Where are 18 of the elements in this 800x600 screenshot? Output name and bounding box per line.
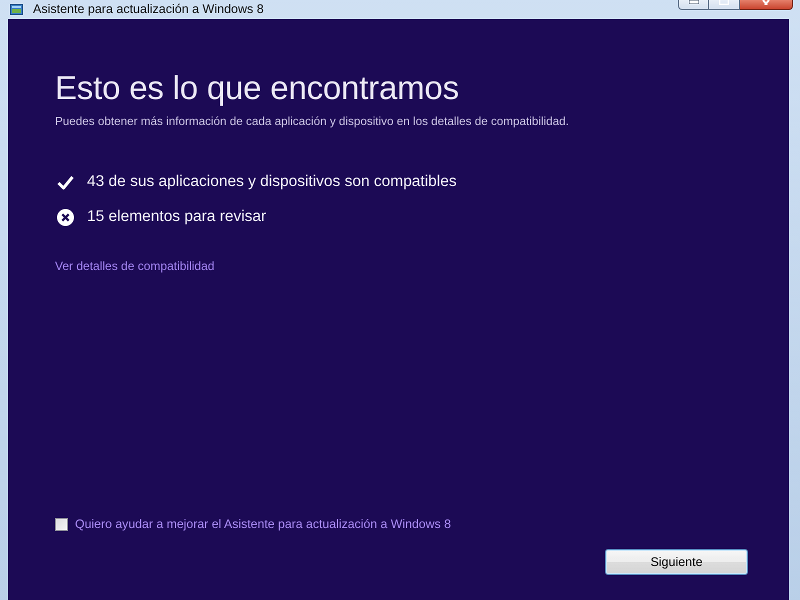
window-app-icon: [10, 4, 23, 15]
minimize-icon: [688, 0, 698, 4]
window-title: Asistente para actualización a Windows 8: [33, 1, 264, 18]
result-text: 43 de sus aplicaciones y dispositivos son compatibles: [87, 172, 457, 192]
minimize-button[interactable]: [678, 0, 708, 10]
close-icon: [761, 0, 771, 5]
close-button[interactable]: [740, 0, 793, 10]
checkbox-label: Quiero ayudar a mejorar el Asistente para actualización a Windows 8: [75, 516, 451, 532]
description-text: Puedes obtener más información de cada aplicación y dispositivo en los detalles de compatibilidad.: [55, 114, 570, 130]
result-text: 15 elementos para revisar: [87, 207, 266, 227]
feedback-checkbox[interactable]: [55, 518, 68, 530]
compatibility-details-link[interactable]: Ver detalles de compatibilidad: [55, 258, 214, 274]
next-button[interactable]: Siguiente: [605, 549, 748, 575]
page-heading: Esto es lo que encontramos: [55, 68, 460, 108]
maximize-button[interactable]: [708, 0, 740, 10]
checkmark-icon: [57, 174, 74, 190]
x-circle-icon: [57, 208, 74, 226]
maximize-icon: [719, 0, 729, 5]
